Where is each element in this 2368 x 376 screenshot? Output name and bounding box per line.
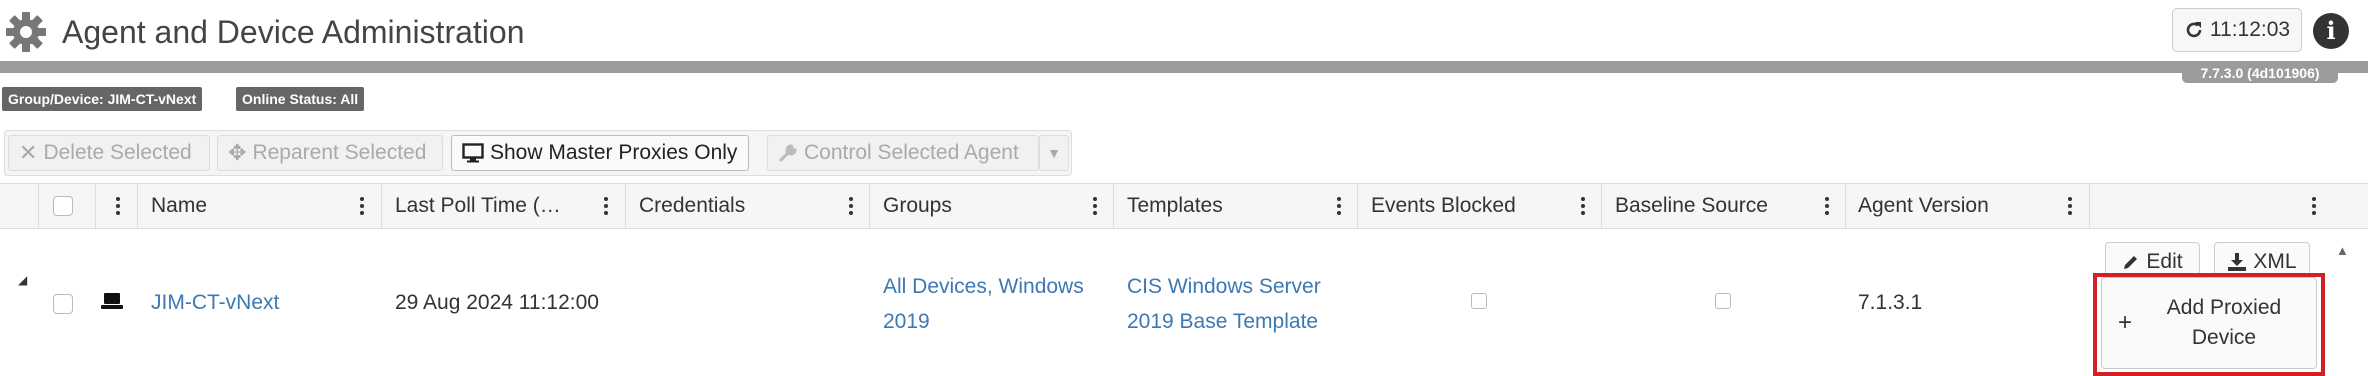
gear-icon bbox=[6, 12, 46, 52]
wrench-icon bbox=[779, 144, 797, 162]
download-icon bbox=[2228, 253, 2247, 271]
device-icon bbox=[101, 293, 123, 309]
info-icon[interactable]: i bbox=[2313, 13, 2349, 49]
device-name-link[interactable]: JIM-CT-vNext bbox=[151, 291, 279, 315]
column-header-name[interactable]: Name bbox=[151, 184, 207, 228]
last-poll-time-cell: 29 Aug 2024 11:12:00 bbox=[395, 291, 599, 314]
scroll-up-icon[interactable]: ▲ bbox=[2336, 243, 2349, 258]
menu-dots-icon[interactable] bbox=[600, 184, 612, 228]
reparent-selected-label: Reparent Selected bbox=[252, 141, 427, 164]
expand-caret-icon[interactable]: ◢ bbox=[18, 273, 27, 287]
templates-line: 2019 Base Template bbox=[1127, 310, 1319, 333]
table-row[interactable]: ◢ JIM-CT-vNext 29 Aug 2024 11:12:00 All … bbox=[0, 229, 2368, 376]
templates-line: CIS Windows Server bbox=[1127, 275, 1321, 298]
xml-label: XML bbox=[2253, 250, 2297, 273]
menu-dots-icon[interactable] bbox=[2064, 184, 2076, 228]
column-header-last-poll-time[interactable]: Last Poll Time (… bbox=[395, 184, 561, 228]
menu-dots-icon[interactable] bbox=[356, 184, 368, 228]
menu-dots-icon[interactable] bbox=[845, 184, 857, 228]
caret-down-icon: ▼ bbox=[1047, 145, 1061, 161]
filter-chip-online-status[interactable]: Online Status: All bbox=[236, 87, 365, 111]
menu-dots-icon[interactable] bbox=[112, 184, 124, 228]
edit-label: Edit bbox=[2146, 250, 2183, 273]
menu-dots-icon[interactable] bbox=[1577, 184, 1589, 228]
close-icon: ✕ bbox=[19, 140, 38, 165]
menu-dots-icon[interactable] bbox=[1333, 184, 1345, 228]
agent-version-cell: 7.1.3.1 bbox=[1858, 291, 1923, 314]
column-header-baseline-source[interactable]: Baseline Source bbox=[1615, 184, 1768, 228]
menu-dots-icon[interactable] bbox=[1821, 184, 1833, 228]
monitor-icon bbox=[462, 143, 484, 163]
templates-link[interactable]: CIS Windows Server 2019 Base Template bbox=[1127, 269, 1321, 339]
header-divider bbox=[0, 61, 2368, 73]
menu-dots-icon[interactable] bbox=[1089, 184, 1101, 228]
control-selected-agent-label: Control Selected Agent bbox=[804, 141, 1019, 164]
control-dropdown-button[interactable]: ▼ bbox=[1039, 135, 1069, 171]
pencil-icon bbox=[2124, 256, 2138, 269]
filter-chip-group-device[interactable]: Group/Device: JIM-CT-vNext bbox=[2, 87, 203, 111]
menu-dots-icon[interactable] bbox=[2308, 184, 2320, 228]
baseline-source-checkbox[interactable] bbox=[1715, 293, 1731, 309]
move-icon: ✥ bbox=[228, 140, 247, 165]
delete-selected-label: Delete Selected bbox=[43, 141, 192, 164]
groups-line: All Devices, Windows bbox=[883, 275, 1084, 298]
column-header-agent-version[interactable]: Agent Version bbox=[1858, 184, 1989, 228]
column-header-groups[interactable]: Groups bbox=[883, 184, 952, 228]
toolbar: ✕ Delete Selected ✥ Reparent Selected Sh… bbox=[4, 130, 1072, 176]
column-header-events-blocked[interactable]: Events Blocked bbox=[1371, 184, 1516, 228]
delete-selected-button[interactable]: ✕ Delete Selected bbox=[8, 135, 210, 171]
show-master-proxies-label: Show Master Proxies Only bbox=[490, 141, 738, 164]
row-select-checkbox[interactable] bbox=[53, 294, 73, 314]
version-badge: 7.7.3.0 (4d101906) bbox=[2182, 64, 2338, 83]
groups-line: 2019 bbox=[883, 310, 930, 333]
events-blocked-checkbox[interactable] bbox=[1471, 293, 1487, 309]
groups-link[interactable]: All Devices, Windows 2019 bbox=[883, 269, 1084, 339]
refresh-button[interactable]: 11:12:03 bbox=[2172, 8, 2302, 52]
column-header-credentials[interactable]: Credentials bbox=[639, 184, 745, 228]
refresh-time: 11:12:03 bbox=[2209, 18, 2291, 41]
grid-header: Name Last Poll Time (… Credentials Group… bbox=[0, 183, 2368, 229]
highlight-box bbox=[2093, 273, 2325, 376]
reparent-selected-button[interactable]: ✥ Reparent Selected bbox=[217, 135, 443, 171]
refresh-icon bbox=[2186, 22, 2202, 38]
control-selected-agent-button[interactable]: Control Selected Agent bbox=[767, 135, 1039, 171]
column-header-templates[interactable]: Templates bbox=[1127, 184, 1223, 228]
page-title: Agent and Device Administration bbox=[62, 14, 525, 50]
select-all-checkbox[interactable] bbox=[53, 196, 73, 216]
show-master-proxies-button[interactable]: Show Master Proxies Only bbox=[451, 135, 749, 171]
